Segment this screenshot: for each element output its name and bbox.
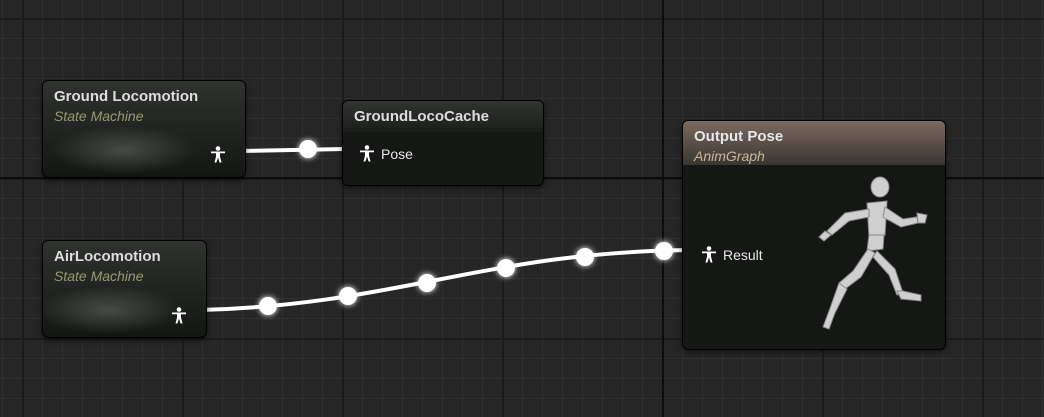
node-subtitle: State Machine (54, 108, 144, 124)
pose-pin-icon (702, 246, 716, 263)
pose-pin-icon (172, 307, 186, 324)
wire-air-to-output[interactable] (199, 242, 701, 315)
result-input-pin[interactable]: Result (701, 246, 763, 263)
node-ground-locomotion[interactable]: Ground Locomotion State Machine (42, 80, 246, 178)
pose-pin-icon (211, 146, 225, 163)
output-pose-pin[interactable] (171, 307, 187, 324)
node-header: AirLocomotion State Machine (43, 241, 206, 285)
node-header: Ground Locomotion State Machine (43, 81, 245, 125)
output-pose-pin[interactable] (210, 146, 226, 163)
node-header: Output Pose AnimGraph (683, 121, 945, 165)
node-subtitle: State Machine (54, 268, 144, 284)
wire-ground-to-cache[interactable] (239, 140, 346, 158)
pin-label: Pose (381, 145, 413, 162)
pose-pin-icon (360, 145, 374, 162)
node-ground-loco-cache[interactable]: GroundLocoCache Pose (342, 100, 544, 186)
running-mannequin-icon (818, 176, 928, 330)
node-header: GroundLocoCache (343, 101, 543, 132)
node-title: GroundLocoCache (354, 108, 490, 125)
node-title: Output Pose (694, 128, 784, 145)
pin-label: Result (723, 246, 763, 263)
node-air-locomotion[interactable]: AirLocomotion State Machine (42, 240, 207, 338)
graph-origin-vertical-line (662, 0, 664, 417)
pose-input-pin[interactable]: Pose (359, 145, 413, 162)
node-output-pose[interactable]: Output Pose AnimGraph Result (682, 120, 946, 350)
node-subtitle: AnimGraph (694, 148, 765, 164)
node-title: AirLocomotion (54, 248, 161, 265)
node-title: Ground Locomotion (54, 88, 199, 105)
